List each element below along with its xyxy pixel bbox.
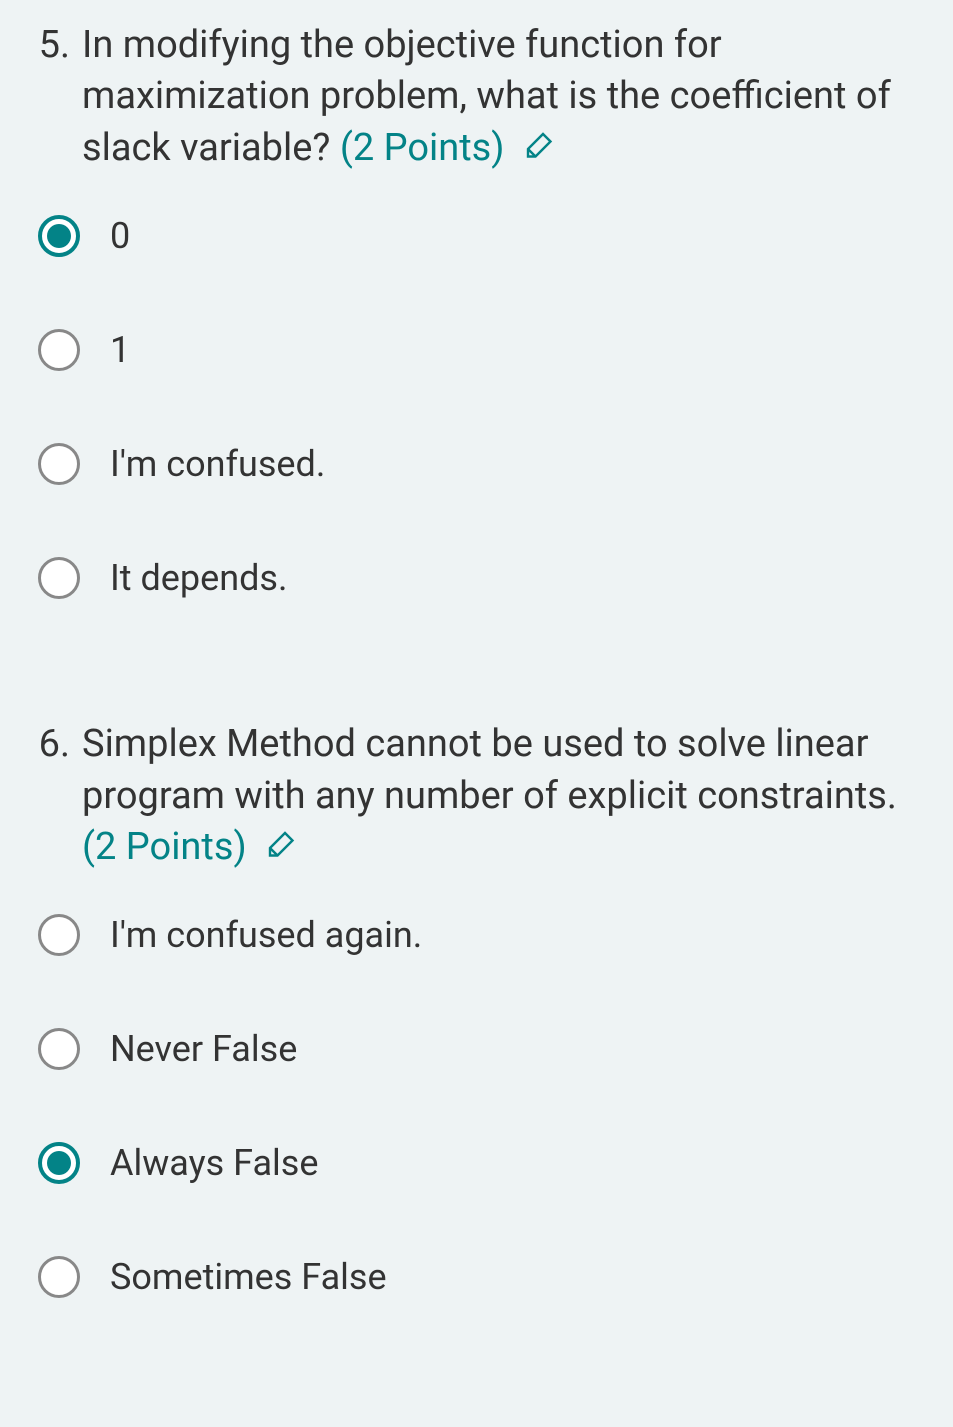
question-text: In modifying the objective function for … [82,20,933,175]
options-group: 0 1 I'm confused. It depends. [20,215,933,599]
option-label: I'm confused. [110,443,325,485]
option-never-false[interactable]: Never False [38,1028,933,1070]
question-block-6: 6. Simplex Method cannot be used to solv… [0,699,953,1338]
question-number: 6. [20,719,70,770]
option-confused-again[interactable]: I'm confused again. [38,914,933,956]
question-header: 5. In modifying the objective function f… [20,20,933,175]
question-text: Simplex Method cannot be used to solve l… [82,719,933,874]
question-number: 5. [20,20,70,71]
radio-selected-icon [38,1142,80,1184]
option-0[interactable]: 0 [38,215,933,257]
question-prompt: Simplex Method cannot be used to solve l… [82,722,897,817]
option-label: 1 [110,329,130,371]
eraser-icon[interactable] [264,823,300,874]
question-header: 6. Simplex Method cannot be used to solv… [20,719,933,874]
option-always-false[interactable]: Always False [38,1142,933,1184]
question-block-5: 5. In modifying the objective function f… [0,0,953,639]
option-label: It depends. [110,557,287,599]
radio-icon [38,443,80,485]
options-group: I'm confused again. Never False Always F… [20,914,933,1298]
question-points: (2 Points) [340,126,505,170]
option-label: Never False [110,1028,297,1070]
option-label: 0 [110,215,130,257]
option-1[interactable]: 1 [38,329,933,371]
eraser-icon[interactable] [522,124,558,175]
option-depends[interactable]: It depends. [38,557,933,599]
radio-icon [38,914,80,956]
option-sometimes-false[interactable]: Sometimes False [38,1256,933,1298]
radio-icon [38,1028,80,1070]
radio-selected-icon [38,215,80,257]
option-label: Sometimes False [110,1256,387,1298]
question-points: (2 Points) [82,825,247,869]
radio-icon [38,1256,80,1298]
option-label: Always False [110,1142,318,1184]
option-label: I'm confused again. [110,914,422,956]
radio-icon [38,557,80,599]
option-confused[interactable]: I'm confused. [38,443,933,485]
radio-icon [38,329,80,371]
spacer [0,639,953,699]
